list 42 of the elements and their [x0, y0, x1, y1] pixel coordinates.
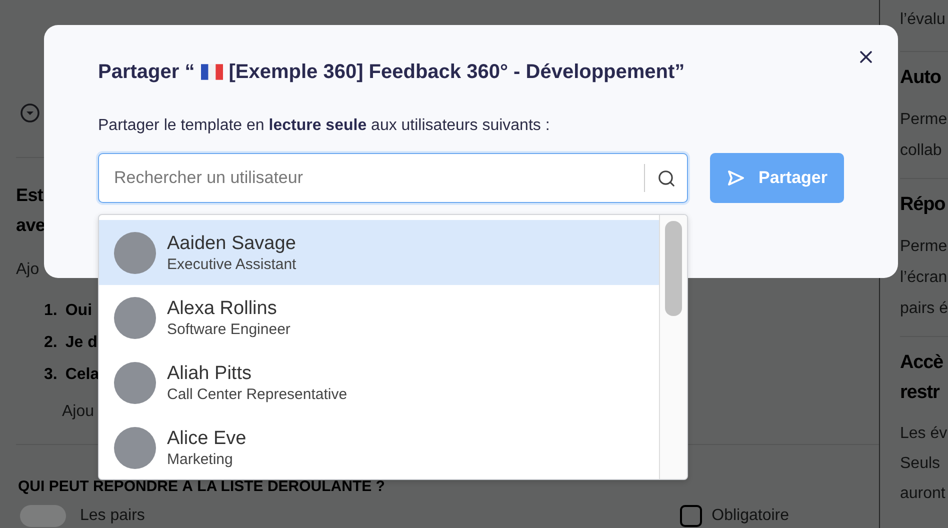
user-role: Executive Assistant: [167, 254, 296, 274]
sidebar-description: Perme l’écran pairs é: [900, 237, 948, 319]
dialog-subtitle: Partager le template en lecture seule aux utilisateurs suivants :: [98, 116, 551, 136]
user-role: Software Engineer: [167, 320, 290, 338]
avatar-placeholder: [114, 232, 156, 274]
option-number: 2.: [44, 334, 58, 352]
user-role: Call Center Representative: [167, 384, 348, 404]
dialog-title: Partager “: [98, 60, 195, 85]
option-number: 3.: [44, 366, 58, 384]
avatar-placeholder: [114, 426, 156, 468]
option-number: 1.: [44, 302, 58, 320]
sidebar-heading: Auto: [900, 66, 941, 90]
respondent-label: Les pairs: [80, 507, 145, 525]
avatar-placeholder: [114, 296, 156, 338]
sidebar-description: Les év Seuls auront: [900, 424, 948, 504]
flag-icon: [200, 64, 223, 80]
scrollbar-thumb[interactable]: [665, 221, 682, 316]
sidebar-heading: Répo: [900, 193, 946, 217]
sidebar-description: Perme collab: [900, 110, 948, 161]
required-label: Obligatoire: [712, 507, 789, 525]
search-input[interactable]: Rechercher un utilisateur: [112, 167, 644, 189]
send-icon: [726, 170, 744, 186]
user-option[interactable]: Alice Eve Marketing: [99, 415, 659, 479]
question-hint: Ajo: [16, 260, 40, 280]
question-title: Est ave: [16, 184, 46, 237]
avatar-placeholder: [114, 362, 156, 404]
user-option[interactable]: Aaiden Savage Executive Assistant: [99, 220, 659, 285]
sidebar-text: l’évalu: [900, 10, 946, 30]
option-label: Je d: [65, 334, 98, 352]
required-checkbox[interactable]: [680, 505, 702, 527]
user-name: Aaiden Savage: [167, 232, 296, 254]
dialog-title: [Exemple 360] Feedback 360° - Développement”: [228, 60, 685, 85]
search-bar[interactable]: Rechercher un utilisateur: [98, 153, 688, 203]
user-name: Aliah Pitts: [167, 362, 252, 384]
user-name: Alice Eve: [167, 426, 246, 450]
user-name: Alexa Rollins: [167, 296, 278, 320]
user-role: Marketing: [167, 450, 234, 468]
sidebar-heading: Accè restr: [900, 351, 944, 405]
option-label: Cela: [65, 366, 100, 384]
avatar-pill: [20, 505, 66, 527]
option-label: Oui: [65, 302, 92, 320]
dropdown-circle-icon: [20, 103, 40, 123]
